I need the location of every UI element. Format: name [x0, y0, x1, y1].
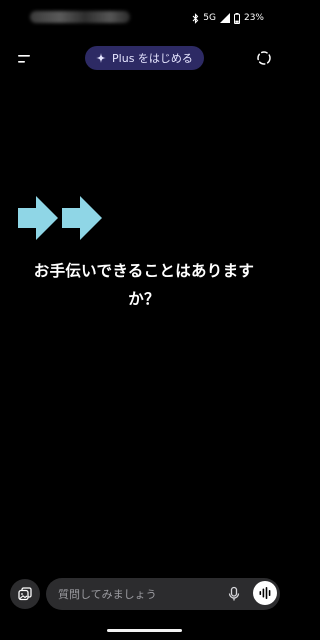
composer-bar — [0, 578, 288, 610]
bluetooth-icon — [192, 12, 199, 24]
status-icons: 5G 23% — [192, 11, 264, 25]
attach-button[interactable] — [10, 579, 40, 609]
battery-level: 23% — [243, 13, 264, 23]
temporary-chat-button[interactable] — [256, 50, 272, 66]
status-bar: 5G 23% — [0, 0, 288, 34]
menu-button[interactable] — [16, 51, 36, 65]
temporary-chat-icon — [257, 51, 271, 65]
top-app-bar: Plus をはじめる — [0, 44, 288, 72]
dictation-button[interactable] — [226, 586, 242, 602]
battery-icon — [233, 12, 240, 24]
network-type: 5G — [203, 13, 216, 23]
message-input[interactable] — [58, 578, 218, 610]
menu-icon — [18, 55, 30, 63]
double-arrow-icon — [18, 196, 102, 240]
voice-mode-button[interactable] — [253, 581, 277, 605]
greeting-heading: お手伝いできることはありますか？ — [33, 262, 255, 308]
blurred-status-info — [30, 11, 130, 23]
signal-icon — [219, 13, 230, 23]
upgrade-label: Plus をはじめる — [112, 52, 193, 65]
gesture-navigation-bar[interactable] — [107, 629, 182, 632]
voice-mode-icon — [259, 587, 271, 599]
attach-icon — [18, 587, 32, 601]
upgrade-plus-button[interactable]: Plus をはじめる — [85, 46, 204, 70]
sparkle-icon — [96, 53, 107, 63]
mic-icon — [228, 586, 240, 601]
message-input-container — [46, 578, 280, 610]
